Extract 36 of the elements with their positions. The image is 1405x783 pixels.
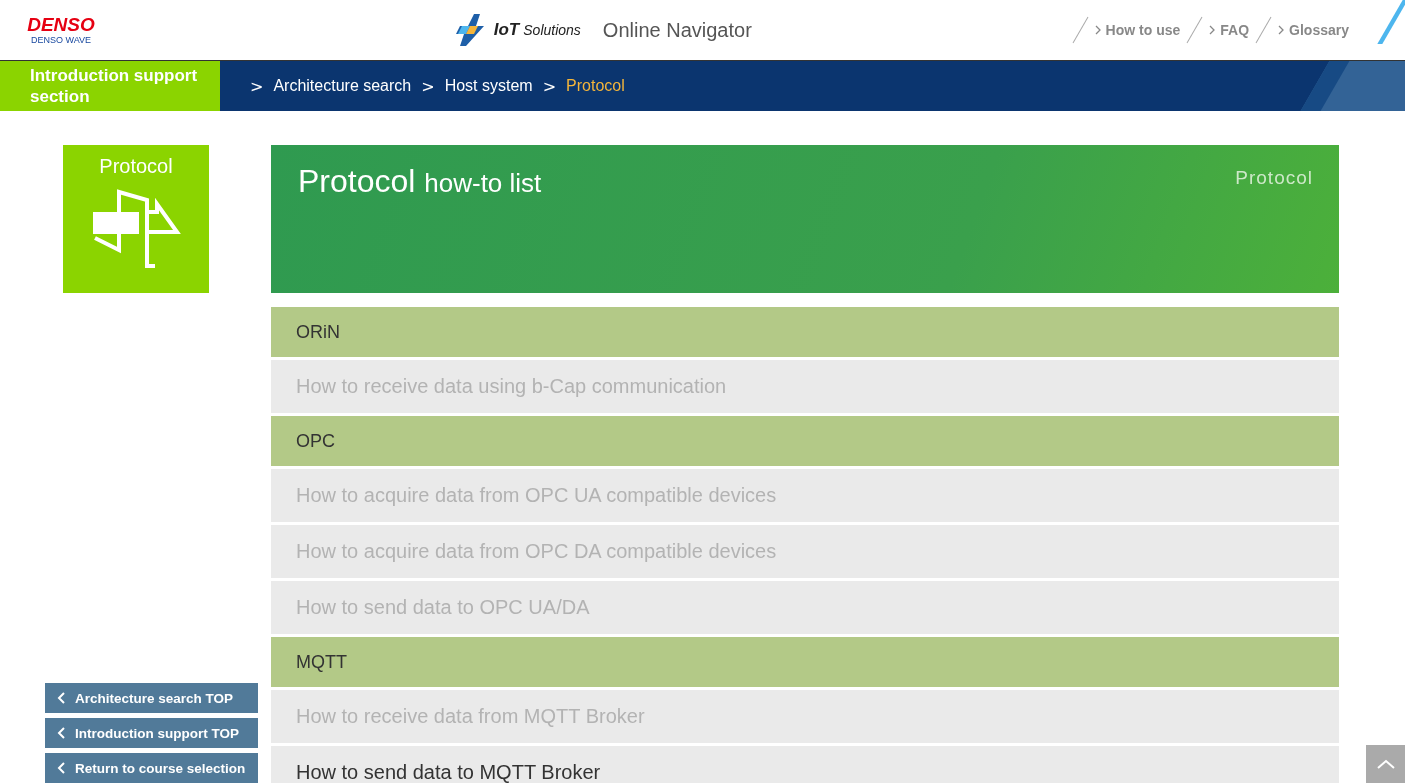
product-name: IoT [493,20,520,40]
product-subname: Solutions [523,22,581,38]
site-title: Online Navigator [602,18,752,42]
protocol-icon [91,188,181,270]
banner-title: Protocol how-to list [298,163,542,201]
chevron-left-icon [57,727,65,739]
chevron-left-icon [57,762,65,774]
nav-link[interactable]: How to use [1094,22,1181,38]
breadcrumb-link[interactable]: Host system [444,77,533,95]
chevron-right-icon [1094,25,1101,35]
denso-logo[interactable]: DENSO DENSO WAVE [16,15,106,45]
section-label: Introduction support section [0,61,220,111]
category-header: MQTT [271,637,1339,687]
breadcrumb-separator: > [250,76,264,96]
breadcrumb-link[interactable]: Protocol [566,77,625,95]
page-top-button[interactable] [1366,745,1405,783]
breadcrumb-link[interactable]: Architecture search [273,77,412,95]
breadcrumb-separator: > [421,76,435,96]
breadcrumb-separator: > [542,76,557,96]
back-button[interactable]: Return to course selection [45,753,258,783]
chevron-up-icon [1376,759,1395,769]
tile-label: Protocol [99,155,173,178]
brand-name: DENSO [27,15,95,35]
howto-link[interactable]: How to send data to MQTT Broker [271,746,1339,783]
nav-link[interactable]: FAQ [1209,22,1250,38]
chevron-right-icon [1278,25,1285,35]
brand-subname: DENSO WAVE [31,35,91,45]
chevron-right-icon [1209,25,1216,35]
category-header: ORiN [271,307,1339,357]
nav-link[interactable]: Glossary [1278,22,1349,38]
chevron-left-icon [57,692,65,704]
iot-logo-icon [453,12,486,48]
back-button[interactable]: Introduction support TOP [45,718,258,748]
banner-tag: Protocol [1235,163,1313,293]
back-button[interactable]: Architecture search TOP [45,683,258,713]
category-header: OPC [271,416,1339,466]
